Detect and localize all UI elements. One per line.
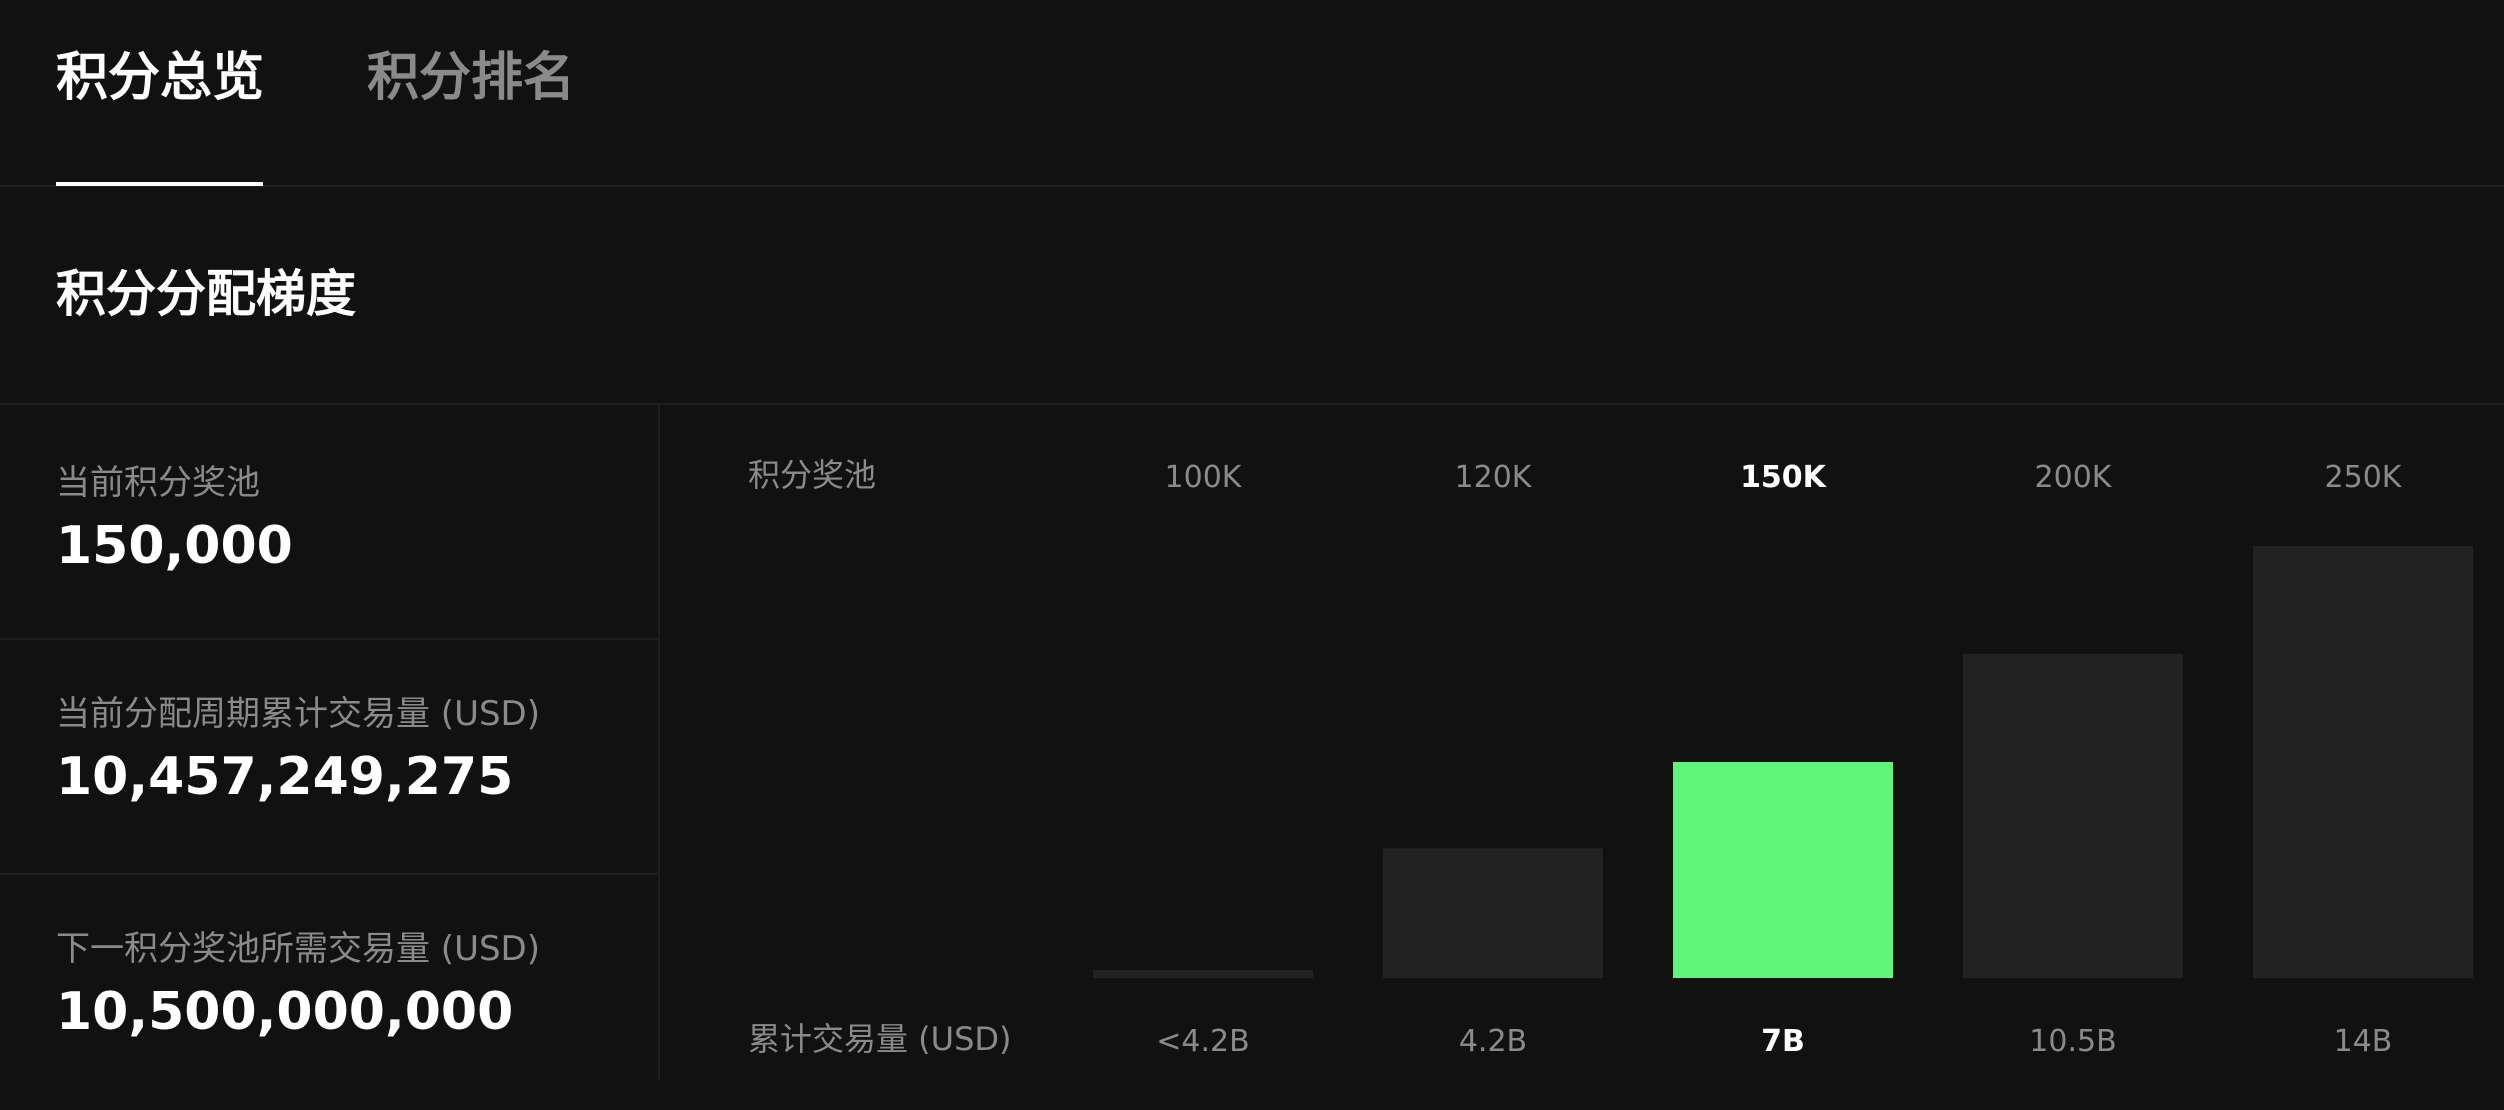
- volume-tier-label: 7B: [1761, 1024, 1805, 1059]
- chart-bar: [1383, 848, 1603, 978]
- stat-label: 当前积分奖池: [56, 463, 260, 503]
- stat-next-pool-volume: 下一积分奖池所需交易量 (USD) 10,500,000,000: [0, 875, 658, 1110]
- chart-bar: [1673, 762, 1893, 978]
- chart-bar: [2253, 546, 2473, 978]
- stat-current-pool: 当前积分奖池 150,000: [0, 405, 658, 640]
- section-title: 积分分配梯度: [56, 265, 356, 323]
- active-tab-indicator: [56, 182, 263, 186]
- stat-label: 当前分配周期累计交易量 (USD): [56, 694, 540, 734]
- volume-tier-label: <4.2B: [1156, 1024, 1249, 1059]
- stat-value: 10,457,249,275: [56, 747, 514, 807]
- section-header: 积分分配梯度: [0, 187, 2504, 405]
- volume-tier-label: 10.5B: [2029, 1024, 2116, 1059]
- volume-tier-label: 4.2B: [1459, 1024, 1527, 1059]
- tab-bar: 积分总览 积分排名: [0, 0, 2504, 187]
- stats-panel: 当前积分奖池 150,000 当前分配周期累计交易量 (USD) 10,457,…: [0, 405, 660, 1080]
- stat-value: 150,000: [56, 516, 293, 576]
- volume-tier-label: 14B: [2334, 1024, 2393, 1059]
- pool-tier-label: 250K: [2325, 460, 2403, 495]
- stat-value: 10,500,000,000: [56, 982, 514, 1042]
- pool-tier-label: 150K: [1740, 460, 1828, 495]
- stat-label: 下一积分奖池所需交易量 (USD): [56, 929, 540, 969]
- bar-chart: 100K <4.2B 120K 4.2B 150K 7B 200K 10.5B 250K 14B: [1093, 460, 2473, 1059]
- tab-points-ranking[interactable]: 积分排名: [367, 42, 575, 114]
- stat-cycle-volume: 当前分配周期累计交易量 (USD) 10,457,249,275: [0, 640, 658, 875]
- chart-bar: [1093, 970, 1313, 978]
- chart-bar: [1963, 654, 2183, 978]
- pool-tier-label: 120K: [1455, 460, 1533, 495]
- tab-points-overview[interactable]: 积分总览: [56, 42, 264, 114]
- pool-tier-label: 100K: [1165, 460, 1243, 495]
- points-tier-chart: 积分奖池 累计交易量 (USD) 100K <4.2B 120K 4.2B 150K 7B…: [660, 405, 2504, 1080]
- pool-tier-label: 200K: [2035, 460, 2113, 495]
